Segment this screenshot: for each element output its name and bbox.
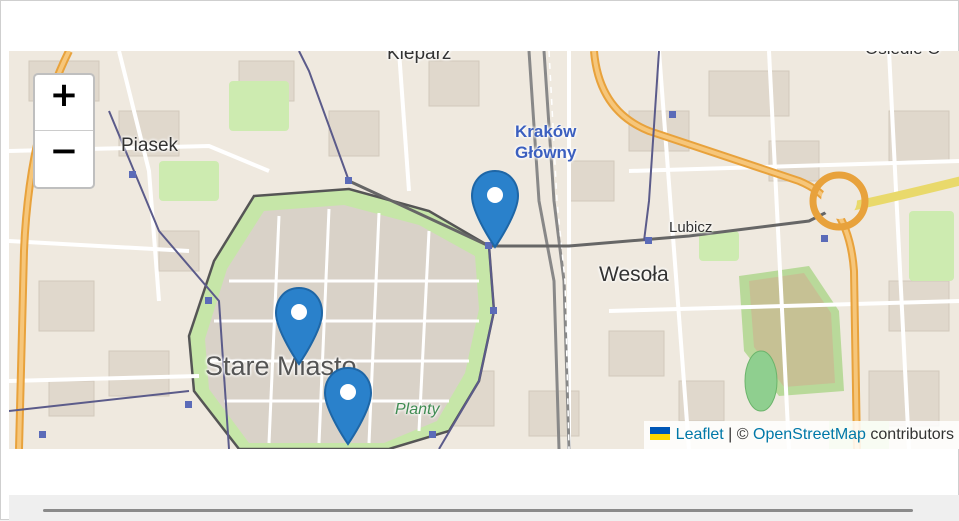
ukraine-flag-icon <box>649 427 670 440</box>
zoom-control: + − <box>33 73 95 189</box>
leaflet-link[interactable]: Leaflet <box>676 426 724 443</box>
label-planty: Planty <box>395 401 440 418</box>
attribution-separator: | © <box>723 426 753 443</box>
map-marker-icon[interactable] <box>323 366 373 446</box>
label-wesola: Wesoła <box>599 263 669 286</box>
station-name-line2: Główny <box>515 143 577 162</box>
label-station: Kraków Główny <box>515 121 576 163</box>
station-name-line1: Kraków <box>515 122 577 141</box>
map-attribution: Leaflet | © OpenStreetMap contributors <box>643 421 959 449</box>
openstreetmap-link[interactable]: OpenStreetMap <box>753 426 866 443</box>
attribution-suffix: contributors <box>865 426 954 443</box>
footer-panel <box>9 495 959 521</box>
label-lubicz: Lubicz <box>669 219 713 236</box>
zoom-out-button[interactable]: − <box>35 131 93 187</box>
map-marker-icon[interactable] <box>470 169 520 249</box>
map-tiles <box>9 51 959 449</box>
map-marker-icon[interactable] <box>274 286 324 366</box>
map-view[interactable]: + − Kleparz Osiedle O Piasek Kraków Głów… <box>9 51 959 449</box>
zoom-in-button[interactable]: + <box>35 75 93 131</box>
label-kleparz: Kleparz <box>387 51 452 64</box>
label-piasek: Piasek <box>121 135 179 156</box>
map-widget: + − Kleparz Osiedle O Piasek Kraków Głów… <box>0 0 959 521</box>
label-osiedle: Osiedle O <box>865 51 941 59</box>
divider <box>43 509 913 512</box>
